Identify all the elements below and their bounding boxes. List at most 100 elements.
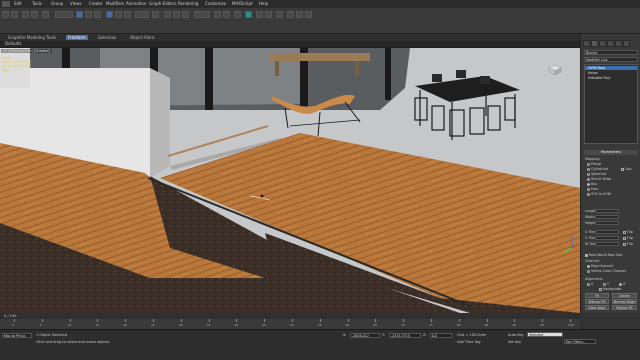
align-x-radio[interactable]: X [587,282,593,286]
bitmap-fit-button[interactable]: Bitmap Fit [585,299,609,304]
center-button[interactable]: Center [612,293,637,298]
track-bar[interactable]: 0 5 10 15 20 25 30 35 40 45 50 55 60 65 70 75 80 85 90 95 10… [0,319,580,329]
mapping-spherical[interactable]: Spherical [587,172,606,176]
rendered-frame-window-icon[interactable] [296,11,303,18]
align-y-radio[interactable]: Y [603,282,609,286]
menu-maxscript[interactable]: MAXScript [232,1,253,6]
menu-customize[interactable]: Customize [205,1,226,6]
menu-rendering[interactable]: Rendering [178,1,198,6]
tab-graphite-modeling-tools[interactable]: Graphite Modeling Tools [8,35,56,40]
mapping-shrink-wrap[interactable]: Shrink Wrap [587,177,611,181]
align-z-radio[interactable]: Z [619,282,625,286]
mapping-face[interactable]: Face [587,187,598,191]
reference-coordinate-dropdown[interactable] [135,11,149,18]
auto-key-label[interactable]: Auto Key [508,333,524,337]
select-and-scale-icon[interactable] [124,11,131,18]
stack-item-uvw-map[interactable]: UVW Map [585,66,637,70]
tab-object-paint[interactable]: Object Paint [130,35,154,40]
width-spinner[interactable] [595,215,619,219]
menu-animation[interactable]: Animation [126,1,146,6]
region-fit-button[interactable]: Region Fit [612,305,637,310]
cap-checkbox[interactable]: Cap [621,167,631,171]
modify-tab-icon[interactable] [591,40,598,47]
x-coordinate-field[interactable]: -2626.412 [350,333,380,338]
layer-manager-icon[interactable] [234,11,241,18]
manipulate-checkbox[interactable]: Manipulate [599,287,621,291]
perspective-viewport[interactable]: [+] [Perspective] [Shaded] Total Polys: … [0,48,580,313]
menu-create[interactable]: Create [89,1,102,6]
stack-item-editable-poly[interactable]: Editable Poly [585,76,637,80]
named-selection-sets-dropdown[interactable] [194,11,210,18]
map-channel-radio[interactable]: Map Channel: [587,264,614,268]
z-coordinate-field[interactable]: 0.0 [430,333,452,338]
mapping-cylindrical[interactable]: Cylindrical [587,167,608,171]
hierarchy-tab-icon[interactable] [599,40,606,47]
u-flip-checkbox[interactable]: Flip [623,230,633,234]
schematic-view-icon[interactable] [265,11,272,18]
bind-space-warp-icon[interactable] [42,11,49,18]
set-key-label[interactable]: Set Key [508,340,521,344]
select-by-name-icon[interactable] [85,11,92,18]
select-and-move-icon[interactable] [106,11,113,18]
move-gizmo-icon[interactable] [260,194,264,198]
app-logo-icon[interactable] [2,1,10,7]
material-editor-icon[interactable] [276,11,283,18]
mapping-xyz-to-uvw[interactable]: XYZ to UVW [587,192,611,196]
fit-button[interactable]: Fit [585,293,609,298]
w-flip-checkbox[interactable]: Flip [623,242,633,246]
viewcube-icon[interactable] [546,64,562,76]
menu-help[interactable]: Help [259,1,268,6]
viewport-label[interactable]: [+] [Perspective] [Shaded] [1,49,52,53]
link-icon[interactable] [22,11,29,18]
w-tile-spinner[interactable] [595,242,619,246]
v-flip-checkbox[interactable]: Flip [623,236,633,240]
select-and-rotate-icon[interactable] [115,11,122,18]
normal-align-button[interactable]: Normal Align [612,299,637,304]
add-time-tag[interactable]: Add Time Tag [457,340,481,344]
utilities-tab-icon[interactable] [623,40,630,47]
u-tile-spinner[interactable] [595,230,619,234]
mapping-box[interactable]: Box [587,182,597,186]
display-tab-icon[interactable] [615,40,622,47]
maxscript-listener[interactable]: Max to Physc [2,333,32,338]
v-tile-spinner[interactable] [595,236,619,240]
motion-tab-icon[interactable] [607,40,614,47]
mirror-icon[interactable] [214,11,221,18]
menu-edit[interactable]: Edit [14,1,22,6]
render-production-icon[interactable] [305,11,312,18]
real-world-map-checkbox[interactable]: Real-World Map Size [585,253,622,257]
selection-filter-dropdown[interactable] [55,11,73,18]
align-icon[interactable] [223,11,230,18]
rectangular-selection-icon[interactable] [94,11,101,18]
mapping-planar[interactable]: Planar [587,162,601,166]
pivot-center-icon[interactable] [152,11,159,18]
object-name-field[interactable]: Blocks [584,50,638,55]
snaps-toggle-icon[interactable] [164,11,171,18]
redo-icon[interactable] [11,11,18,18]
percent-snap-icon[interactable] [182,11,189,18]
menu-views[interactable]: Views [70,1,82,6]
length-spinner[interactable] [595,209,619,213]
select-object-icon[interactable] [76,11,83,18]
menu-modifiers[interactable]: Modifiers [106,1,124,6]
parameters-rollout[interactable]: Parameters [584,150,638,155]
tab-freeform[interactable]: Freeform [66,35,88,40]
stack-item-noise[interactable]: Noise [585,71,637,75]
menu-graph-editors[interactable]: Graph Editors [149,1,176,6]
render-setup-icon[interactable] [287,11,294,18]
y-coordinate-field[interactable]: -2474.3715 [389,333,421,338]
height-spinner[interactable] [595,221,619,225]
menu-group[interactable]: Group [51,1,63,6]
vertex-color-radio[interactable]: Vertex Color Channel [587,269,626,273]
selected-dropdown[interactable]: Selected [527,332,563,337]
modifier-list-dropdown[interactable]: Modifier List [584,57,638,62]
graphite-toggle-icon[interactable] [245,11,252,18]
angle-snap-icon[interactable] [173,11,180,18]
key-filters-button[interactable]: Key Filters... [564,339,596,344]
view-align-button[interactable]: View Align [585,305,609,310]
create-tab-icon[interactable] [583,40,590,47]
undo-icon[interactable] [2,11,9,18]
curve-editor-icon[interactable] [256,11,263,18]
menu-tools[interactable]: Tools [32,1,42,6]
tab-selection[interactable]: Selection [98,35,116,40]
